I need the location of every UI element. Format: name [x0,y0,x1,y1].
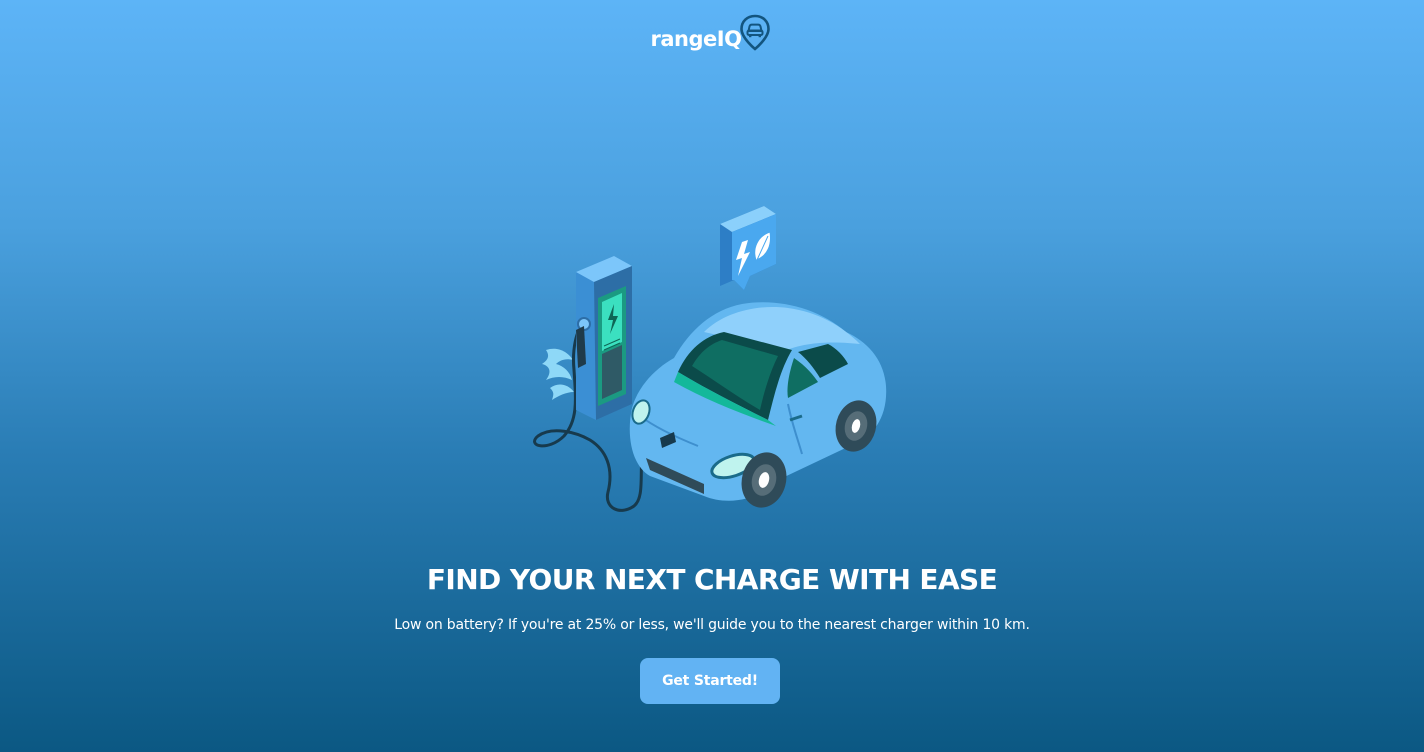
charging-station [576,256,632,420]
header: rangeIQ [0,14,1424,53]
brand-logo[interactable]: rangeIQ [651,14,772,53]
get-started-button[interactable]: Get Started! [640,658,780,704]
brand-name: rangeIQ [650,27,742,51]
map-pin-car-icon [740,14,771,51]
ev-charging-station-car-illustration [533,206,887,512]
splash-decoration [542,348,574,400]
hero-headline: FIND YOUR NEXT CHARGE WITH EASE [426,563,998,596]
electric-car [629,302,887,508]
hero-subtext: Low on battery? If you're at 25% or less… [394,617,1030,633]
eco-bubble [720,206,776,290]
